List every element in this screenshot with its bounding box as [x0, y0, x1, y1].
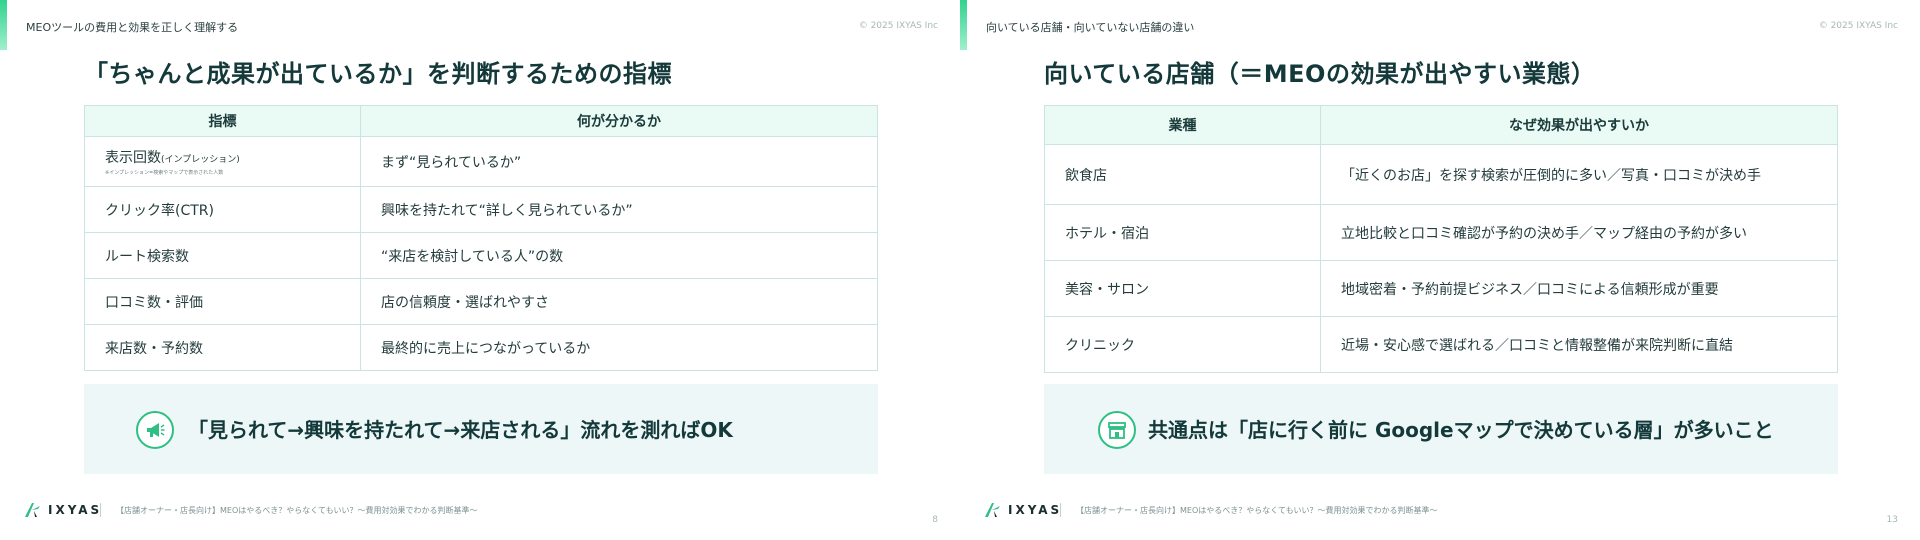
table-header-row: 指標 何が分かるか [84, 105, 878, 137]
table-cell: “来店を検討している人”の数 [360, 232, 878, 279]
table-cell: 表示回数(インプレッション) ※インプレッション=検索やマップで表示された人数 [84, 136, 361, 187]
table-cell: 飲食店 [1044, 144, 1321, 205]
metrics-table: 指標 何が分かるか 表示回数(インプレッション) ※インプレッション=検索やマッ… [84, 105, 878, 371]
footer-text: 【店舗オーナー・店長向け】MEOはやるべき？やらなくてもいい？〜費用対効果でわか… [116, 506, 478, 515]
slide-8: MEOツールの費用と効果を正しく理解する © 2025 IXYAS Inc 「ち… [0, 0, 960, 540]
table-row: クリニック 近場・安心感で選ばれる／口コミと情報整備が来院判断に直結 [1044, 316, 1838, 373]
page-number: 13 [1886, 515, 1898, 525]
table-cell: まず“見られているか” [360, 136, 878, 187]
callout-text: 共通点は「店に行く前に Googleマップで決めている層」が多いこと [1148, 418, 1774, 442]
table-cell: 最終的に売上につながっているか [360, 324, 878, 371]
table-cell: 地域密着・予約前提ビジネス／口コミによる信頼形成が重要 [1320, 260, 1838, 317]
ixyas-logo-mark [985, 503, 1000, 517]
table-row: 口コミ数・評価 店の信頼度・選ばれやすさ [84, 278, 878, 325]
callout-box: 「見られて→興味を持たれて→来店される」流れを測ればOK [84, 384, 878, 474]
table-cell: 近場・安心感で選ばれる／口コミと情報整備が来院判断に直結 [1320, 316, 1838, 373]
table-row: 美容・サロン 地域密着・予約前提ビジネス／口コミによる信頼形成が重要 [1044, 260, 1838, 317]
table-cell: クリニック [1044, 316, 1321, 373]
slide-title: 向いている店舗（＝MEOの効果が出やすい業態） [1044, 60, 1596, 88]
slide-title: 「ちゃんと成果が出ているか」を判断するための指標 [84, 60, 672, 88]
table-header-row: 業種 なぜ効果が出やすいか [1044, 105, 1838, 145]
table-cell: ホテル・宿泊 [1044, 204, 1321, 261]
logo-wordmark: IXYAS [1008, 503, 1063, 517]
table-row: 来店数・予約数 最終的に売上につながっているか [84, 324, 878, 371]
section-label: MEOツールの費用と効果を正しく理解する [26, 21, 239, 34]
table-header: 何が分かるか [360, 105, 878, 137]
table-row: 表示回数(インプレッション) ※インプレッション=検索やマップで表示された人数 … [84, 136, 878, 187]
table-cell: 来店数・予約数 [84, 324, 361, 371]
slide-13: 向いている店舗・向いていない店舗の違い © 2025 IXYAS Inc 向いて… [960, 0, 1920, 540]
metric-note: ※インプレッション=検索やマップで表示された人数 [105, 170, 224, 176]
table-header: 業種 [1044, 105, 1321, 145]
footer-divider [1060, 503, 1061, 517]
table-cell: 店の信頼度・選ばれやすさ [360, 278, 878, 325]
copyright: © 2025 IXYAS Inc [1818, 21, 1898, 31]
accent-bar [0, 0, 7, 50]
callout-text: 「見られて→興味を持たれて→来店される」流れを測ればOK [188, 418, 733, 442]
callout-box: 共通点は「店に行く前に Googleマップで決めている層」が多いこと [1044, 384, 1838, 474]
copyright: © 2025 IXYAS Inc [858, 21, 938, 31]
table-header: 指標 [84, 105, 361, 137]
table-cell: 美容・サロン [1044, 260, 1321, 317]
industry-table: 業種 なぜ効果が出やすいか 飲食店 「近くのお店」を探す検索が圧倒的に多い／写真… [1044, 105, 1838, 373]
table-cell: ルート検索数 [84, 232, 361, 279]
logo-wordmark: IXYAS [48, 503, 103, 517]
megaphone-icon [136, 411, 174, 449]
footer-logo: IXYAS [24, 502, 102, 518]
table-row: 飲食店 「近くのお店」を探す検索が圧倒的に多い／写真・口コミが決め手 [1044, 144, 1838, 205]
table-row: クリック率(CTR) 興味を持たれて“詳しく見られているか” [84, 186, 878, 233]
table-cell: 興味を持たれて“詳しく見られているか” [360, 186, 878, 233]
ixyas-logo-mark [25, 503, 40, 517]
metric-paren: (インプレッション) [161, 155, 240, 165]
footer-divider [100, 503, 101, 517]
footer-text: 【店舗オーナー・店長向け】MEOはやるべき？やらなくてもいい？〜費用対効果でわか… [1076, 506, 1438, 515]
table-header: なぜ効果が出やすいか [1320, 105, 1838, 145]
metric-name: 表示回数 [105, 150, 161, 166]
table-cell: 口コミ数・評価 [84, 278, 361, 325]
page-number: 8 [932, 515, 938, 525]
section-label: 向いている店舗・向いていない店舗の違い [986, 21, 1195, 34]
table-row: ルート検索数 “来店を検討している人”の数 [84, 232, 878, 279]
table-cell: クリック率(CTR) [84, 186, 361, 233]
table-row: ホテル・宿泊 立地比較と口コミ確認が予約の決め手／マップ経由の予約が多い [1044, 204, 1838, 261]
table-cell: 立地比較と口コミ確認が予約の決め手／マップ経由の予約が多い [1320, 204, 1838, 261]
footer-logo: IXYAS [984, 502, 1062, 518]
table-cell: 「近くのお店」を探す検索が圧倒的に多い／写真・口コミが決め手 [1320, 144, 1838, 205]
store-icon [1098, 411, 1136, 449]
accent-bar [960, 0, 967, 50]
